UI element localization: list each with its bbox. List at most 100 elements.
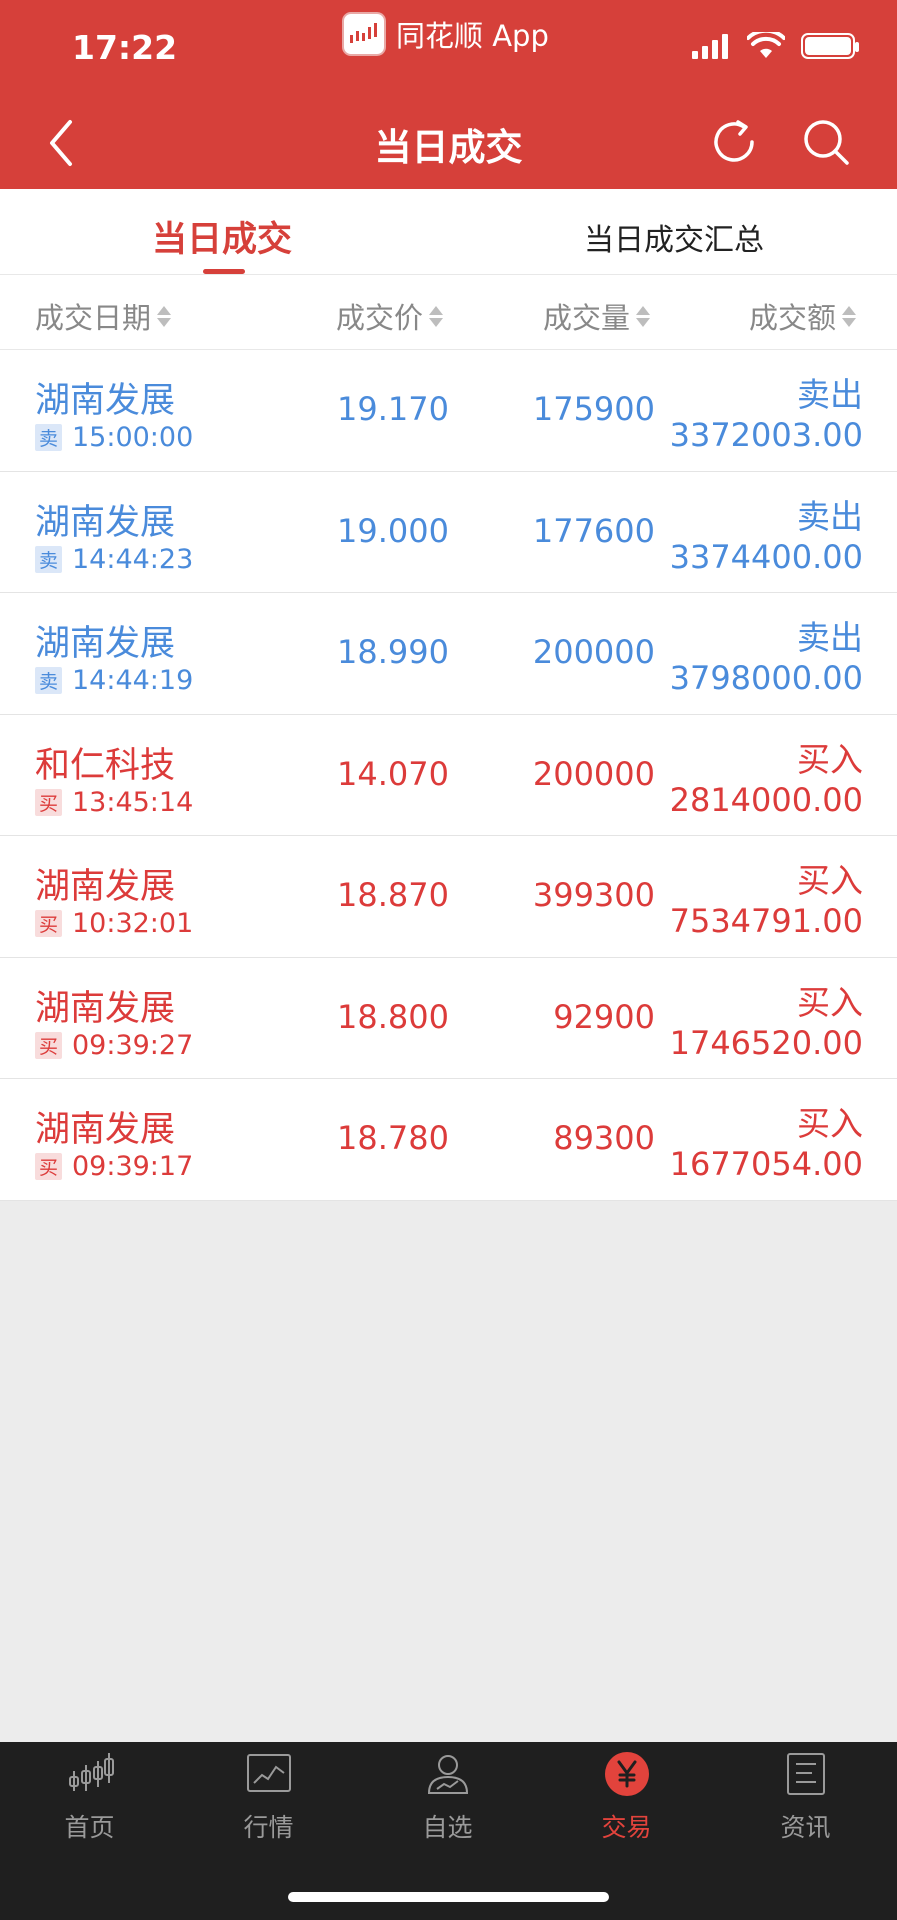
stock-name: 湖南发展	[35, 624, 176, 664]
trade-row[interactable]: 湖南发展 买 10:32:01 18.870 399300 买入 7534791…	[0, 836, 897, 958]
trade-time: 15:00:00	[72, 422, 194, 453]
trade-time: 14:44:23	[72, 543, 194, 575]
candlestick-icon	[66, 1750, 114, 1798]
sort-icon	[636, 305, 651, 327]
search-icon[interactable]	[800, 116, 852, 168]
trade-row[interactable]: 和仁科技 买 13:45:14 14.070 200000 买入 2814000…	[0, 714, 897, 836]
trade-meta: 卖 14:44:23	[35, 544, 193, 575]
trade-action: 买入	[797, 982, 863, 1022]
trade-action: 买入	[797, 1104, 863, 1143]
side-badge: 卖	[35, 667, 62, 694]
stock-name: 湖南发展	[35, 988, 176, 1029]
tab-today-trades-summary[interactable]: 当日成交汇总	[584, 215, 764, 259]
trade-volume: 89300	[553, 1119, 655, 1157]
bottom-nav-news-label: 资讯	[780, 1813, 831, 1842]
side-badge: 买	[35, 1031, 62, 1059]
column-header-amount-label: 成交额	[749, 301, 837, 335]
status-app-indicator[interactable]: 同花顺 App	[342, 12, 549, 56]
trade-row[interactable]: 湖南发展 卖 14:44:19 18.990 200000 卖出 3798000…	[0, 593, 897, 715]
page-title: 当日成交	[374, 126, 523, 169]
status-app-name: 同花顺 App	[396, 19, 549, 53]
side-badge: 卖	[35, 545, 62, 573]
trade-row[interactable]: 湖南发展 卖 15:00:00 19.170 175900 卖出 3372003…	[0, 350, 897, 472]
bottom-nav-home[interactable]: 首页	[0, 1742, 179, 1862]
app-logo-icon	[342, 12, 386, 56]
bottom-nav-home-label: 首页	[64, 1813, 115, 1842]
column-header-date-label: 成交日期	[35, 301, 152, 335]
side-badge: 卖	[35, 424, 62, 451]
side-badge: 买	[35, 910, 62, 937]
sort-icon	[157, 305, 172, 327]
chart-icon	[245, 1750, 293, 1798]
trade-meta: 买 13:45:14	[35, 787, 193, 818]
column-header-amount[interactable]: 成交额	[749, 295, 857, 337]
trade-action: 卖出	[797, 496, 863, 536]
trade-list: 湖南发展 卖 15:00:00 19.170 175900 卖出 3372003…	[0, 350, 897, 1201]
bottom-nav-trade[interactable]: 交易	[537, 1742, 716, 1862]
column-header-price-label: 成交价	[336, 301, 424, 335]
stock-name: 湖南发展	[35, 1110, 176, 1150]
trade-action: 卖出	[797, 375, 863, 414]
news-icon	[782, 1750, 830, 1798]
trade-row[interactable]: 湖南发展 买 09:39:17 18.780 89300 买入 1677054.…	[0, 1079, 897, 1201]
column-header-volume-label: 成交量	[543, 301, 631, 335]
column-header-row: 成交日期 成交价 成交量 成交额	[0, 275, 897, 350]
trade-volume: 200000	[532, 754, 655, 793]
yen-icon	[603, 1750, 651, 1798]
trade-amount: 7534791.00	[669, 902, 863, 940]
status-icons	[691, 32, 859, 60]
trade-price: 19.170	[337, 390, 449, 428]
sort-icon	[429, 305, 444, 327]
trade-meta: 卖 14:44:19	[35, 665, 193, 696]
signal-icon	[692, 34, 728, 59]
trade-action: 买入	[797, 739, 863, 779]
app-header: 17:22 同花顺 App 当日成交	[0, 0, 897, 189]
bottom-nav-trade-label: 交易	[601, 1813, 652, 1842]
trade-time: 09:39:17	[72, 1151, 194, 1182]
trade-price: 18.870	[337, 876, 449, 914]
side-badge: 买	[35, 1153, 62, 1180]
trade-meta: 卖 15:00:00	[35, 422, 193, 453]
tab-today-trades[interactable]: 当日成交	[152, 211, 292, 262]
trade-amount: 3374400.00	[669, 537, 863, 576]
trade-row[interactable]: 湖南发展 买 09:39:27 18.800 92900 买入 1746520.…	[0, 957, 897, 1079]
screen: 17:22 同花顺 App 当日成交 当日成交 当日成交汇总 成交日期 成交价 …	[0, 0, 897, 1920]
trade-time: 13:45:14	[72, 786, 194, 818]
trade-price: 18.800	[337, 997, 449, 1036]
home-indicator[interactable]	[288, 1892, 609, 1902]
trade-meta: 买 09:39:27	[35, 1030, 193, 1061]
trade-amount: 3798000.00	[669, 659, 863, 697]
bottom-nav-news[interactable]: 资讯	[716, 1742, 895, 1862]
column-header-price[interactable]: 成交价	[336, 295, 444, 337]
bottom-nav-market[interactable]: 行情	[179, 1742, 358, 1862]
trade-amount: 3372003.00	[669, 416, 863, 454]
side-badge: 买	[35, 788, 62, 816]
trade-time: 09:39:27	[72, 1029, 194, 1061]
trade-price: 14.070	[337, 754, 449, 793]
trade-volume: 92900	[553, 997, 655, 1036]
bottom-nav-watchlist-label: 自选	[422, 1813, 473, 1842]
refresh-icon[interactable]	[708, 116, 760, 168]
bottom-nav-watchlist[interactable]: 自选	[358, 1742, 537, 1862]
trade-volume: 175900	[532, 390, 655, 428]
person-chart-icon	[424, 1750, 472, 1798]
column-header-date[interactable]: 成交日期	[35, 295, 172, 337]
tab-bar: 当日成交 当日成交汇总	[0, 189, 897, 275]
trade-meta: 买 10:32:01	[35, 908, 193, 939]
stock-name: 和仁科技	[35, 745, 176, 786]
trade-time: 10:32:01	[72, 908, 194, 939]
column-header-volume[interactable]: 成交量	[543, 295, 651, 337]
trade-amount: 1746520.00	[669, 1023, 863, 1062]
trade-volume: 177600	[532, 511, 655, 550]
stock-name: 湖南发展	[35, 381, 176, 421]
bottom-nav-market-label: 行情	[243, 1813, 294, 1842]
trade-row[interactable]: 湖南发展 卖 14:44:23 19.000 177600 卖出 3374400…	[0, 471, 897, 593]
wifi-icon	[747, 32, 785, 58]
trade-price: 19.000	[337, 511, 449, 550]
trade-time: 14:44:19	[72, 665, 194, 696]
stock-name: 湖南发展	[35, 502, 176, 543]
trade-action: 卖出	[797, 618, 863, 657]
trade-price: 18.780	[337, 1119, 449, 1157]
trade-volume: 399300	[532, 876, 655, 914]
trade-volume: 200000	[532, 633, 655, 671]
